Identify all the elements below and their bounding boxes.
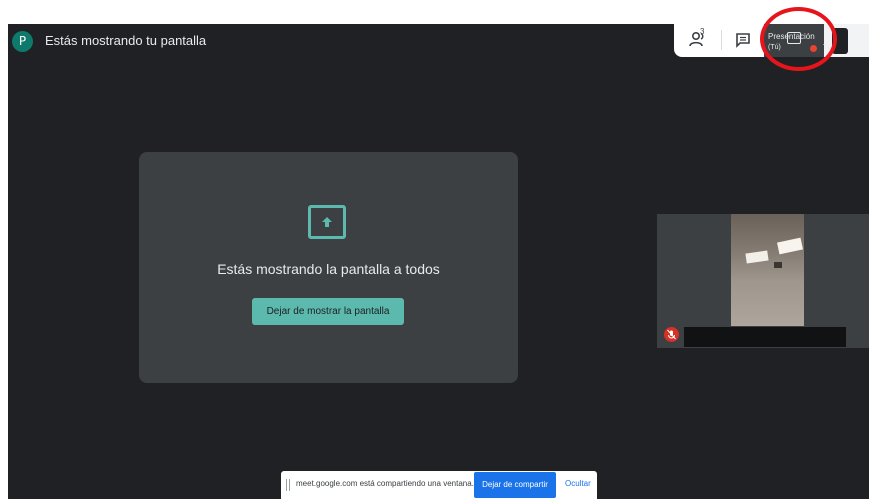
participant-video (731, 214, 804, 326)
stop-sharing-button[interactable]: Dejar de compartir (474, 472, 556, 498)
present-to-all-icon (308, 205, 346, 239)
share-notice-text: meet.google.com está compartiendo una ve… (296, 479, 474, 488)
people-button[interactable] (688, 29, 710, 51)
chat-icon (736, 33, 750, 48)
participant-count: 3 (700, 27, 705, 36)
participant-name-bar (684, 327, 846, 347)
people-icon (689, 31, 704, 47)
highlight-circle (760, 7, 837, 71)
hide-button[interactable]: Ocultar (565, 479, 591, 488)
presenter-avatar: P (12, 31, 33, 52)
page-title: Estás mostrando tu pantalla (45, 33, 207, 48)
stop-presenting-button[interactable]: Dejar de mostrar la pantalla (252, 298, 404, 325)
sharing-message: Estás mostrando la pantalla a todos (217, 261, 440, 277)
chat-button[interactable] (733, 30, 753, 50)
arrow-up-icon (322, 217, 332, 227)
video-detail (774, 262, 782, 268)
mic-off-icon (664, 327, 679, 342)
toolbar-divider (721, 30, 722, 50)
drag-handle-icon[interactable] (286, 479, 290, 491)
